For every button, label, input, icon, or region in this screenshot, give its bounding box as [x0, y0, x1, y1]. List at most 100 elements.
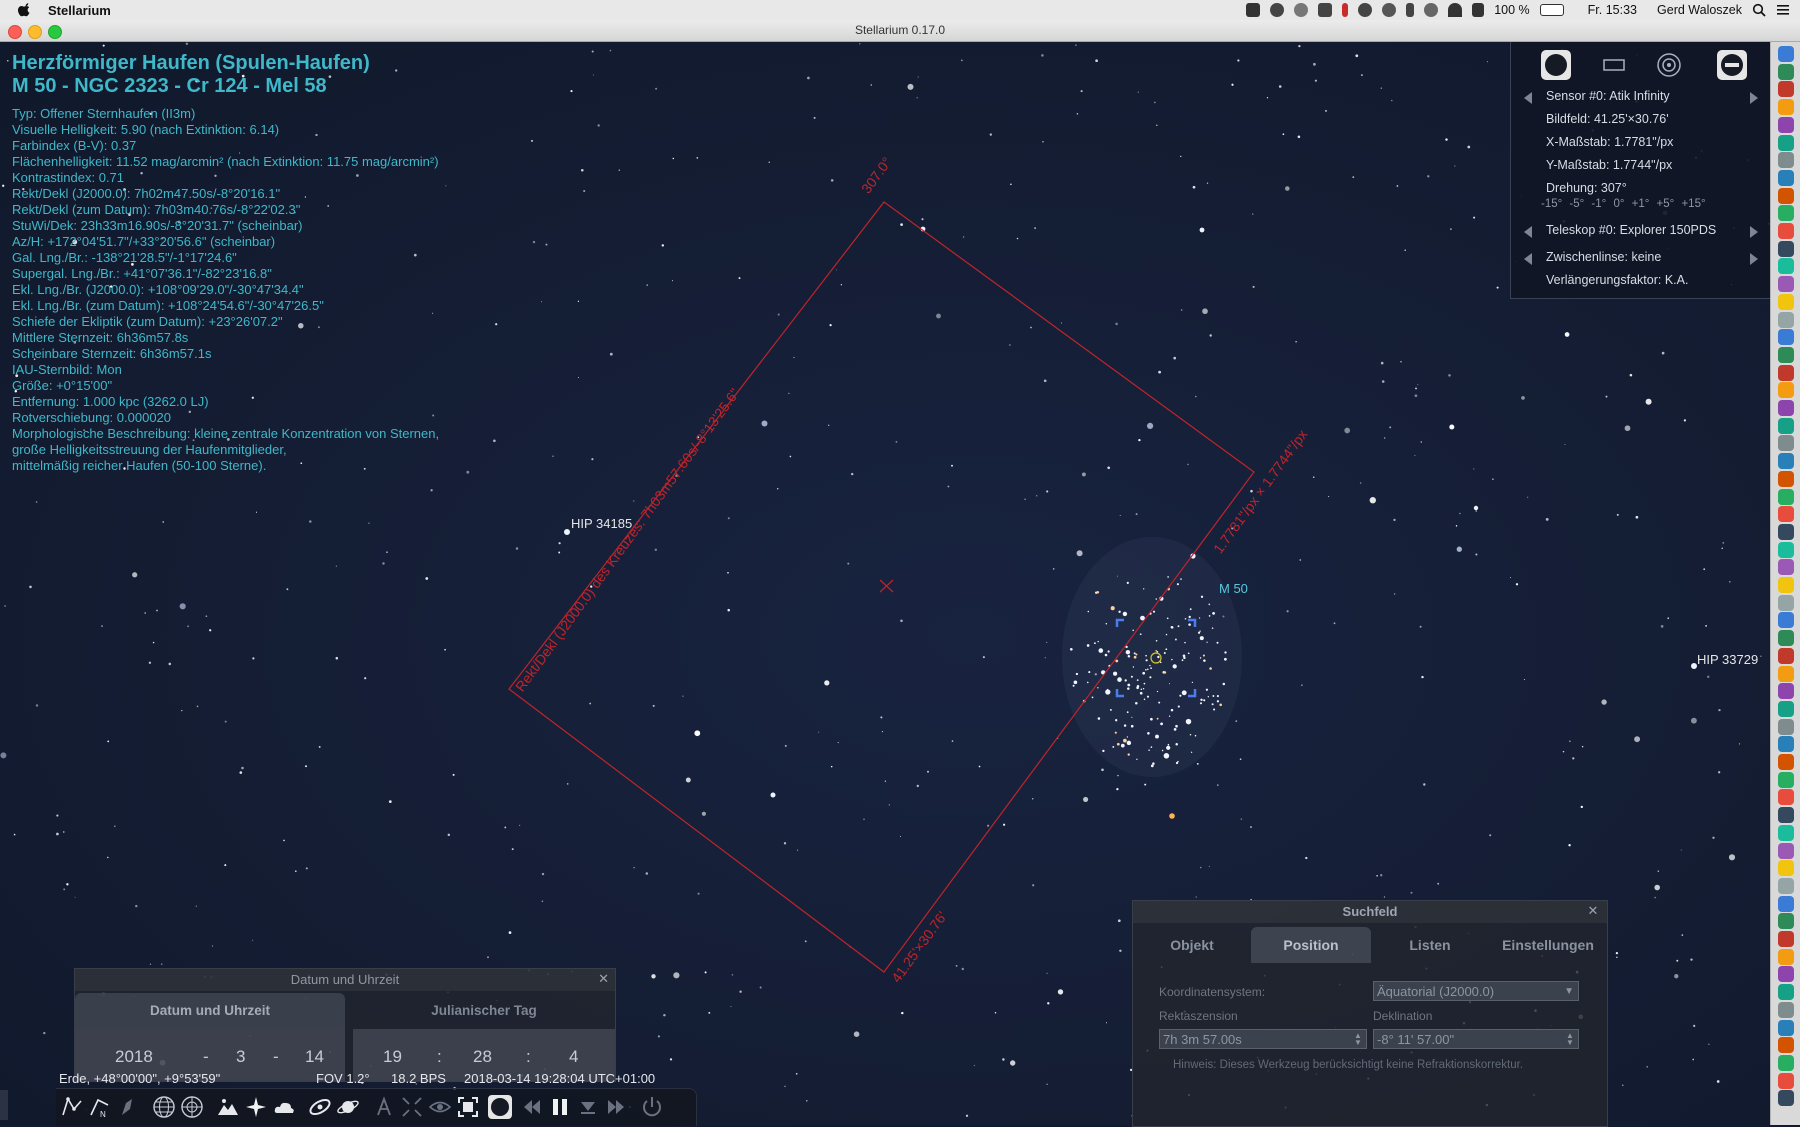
dock-app-icon[interactable]	[1778, 984, 1794, 1001]
apple-menu-icon[interactable]	[18, 3, 32, 17]
dock-app-icon[interactable]	[1778, 1054, 1794, 1071]
bolt-icon[interactable]	[1406, 3, 1415, 17]
tab-listen[interactable]: Listen	[1377, 927, 1483, 963]
spotlight-search-icon[interactable]	[1752, 3, 1766, 17]
azimuthal-grid-button[interactable]	[180, 1095, 204, 1119]
fullscreen-button[interactable]	[456, 1095, 480, 1119]
dock-app-icon[interactable]	[1778, 1072, 1794, 1089]
quit-button[interactable]	[640, 1095, 664, 1119]
day-field[interactable]: 14	[305, 1047, 324, 1067]
dock-app-icon[interactable]	[1778, 329, 1794, 346]
menubar-user[interactable]: Gerd Waloszek	[1657, 3, 1742, 17]
dock-app-icon[interactable]	[1778, 417, 1794, 434]
oculars-button[interactable]	[488, 1095, 512, 1119]
dock-app-icon[interactable]	[1778, 523, 1794, 540]
close-window-button[interactable]	[8, 25, 22, 39]
planet-labels-button[interactable]	[336, 1095, 360, 1119]
current-time-button[interactable]	[576, 1095, 600, 1119]
previous-lens-icon[interactable]	[1524, 253, 1532, 265]
menubar-clock[interactable]: Fr. 15:33	[1588, 3, 1637, 17]
dock-app-icon[interactable]	[1778, 789, 1794, 806]
dock-app-icon[interactable]	[1778, 205, 1794, 222]
tab-julianischer-tag[interactable]: Julianischer Tag	[353, 993, 615, 1029]
ccd-frame-mode-button[interactable]	[1599, 50, 1629, 80]
next-lens-icon[interactable]	[1750, 253, 1758, 265]
gear-icon[interactable]	[1424, 3, 1439, 17]
dock-app-icon[interactable]	[1778, 276, 1794, 293]
app-menu-stellarium[interactable]: Stellarium	[48, 3, 111, 18]
dock-app-icon[interactable]	[1778, 1019, 1794, 1036]
dock-app-icon[interactable]	[1778, 665, 1794, 682]
constellation-names-button[interactable]: N	[88, 1095, 112, 1119]
hour-field[interactable]: 19	[383, 1047, 402, 1067]
ground-button[interactable]	[216, 1095, 240, 1119]
dock-app-icon[interactable]	[1778, 382, 1794, 399]
dec-stepper-icon[interactable]: ▲ ▼	[1566, 1032, 1576, 1047]
search-window-title[interactable]: Suchfeld	[1133, 901, 1607, 923]
coord-system-select[interactable]: Äquatorial (J2000.0) ▼	[1373, 981, 1579, 1001]
dock-app-icon[interactable]	[1778, 966, 1794, 983]
dock-app-icon[interactable]	[1778, 630, 1794, 647]
night-mode-button[interactable]	[428, 1095, 452, 1119]
dock-app-icon[interactable]	[1778, 223, 1794, 239]
dock-app-icon[interactable]	[1778, 948, 1794, 965]
dock-app-icon[interactable]	[1778, 506, 1794, 523]
info-icon[interactable]	[1270, 3, 1285, 17]
dock-app-icon[interactable]	[1778, 116, 1794, 133]
object-label-m50[interactable]: M 50	[1219, 581, 1248, 596]
month-field[interactable]: 3	[236, 1047, 245, 1067]
notification-center-icon[interactable]	[1776, 3, 1790, 17]
dock-app-icon[interactable]	[1778, 46, 1794, 62]
fast-forward-button[interactable]	[604, 1095, 628, 1119]
dropbox-icon[interactable]	[1246, 3, 1261, 17]
dock-app-icon[interactable]	[1778, 824, 1794, 841]
battery-icon[interactable]	[1539, 4, 1564, 16]
next-sensor-icon[interactable]	[1750, 92, 1758, 104]
wifi-icon[interactable]	[1448, 3, 1463, 17]
parallels-icon[interactable]	[1342, 3, 1349, 17]
dock-app-icon[interactable]	[1778, 860, 1794, 877]
dock-app-icon[interactable]	[1778, 169, 1794, 186]
dock-app-icon[interactable]	[1778, 771, 1794, 788]
dock-app-icon[interactable]	[1778, 842, 1794, 859]
constellation-lines-button[interactable]	[60, 1095, 84, 1119]
sensor-mode-button[interactable]	[1541, 50, 1571, 80]
dock-app-icon[interactable]	[1778, 612, 1794, 629]
dock-app-icon[interactable]	[1778, 559, 1794, 576]
dock-app-icon[interactable]	[1778, 807, 1794, 824]
dock-app-icon[interactable]	[1778, 736, 1794, 753]
deep-sky-button[interactable]	[308, 1095, 332, 1119]
atmosphere-button[interactable]	[272, 1095, 296, 1119]
constellation-art-button[interactable]	[116, 1095, 140, 1119]
date-window-title[interactable]: Datum und Uhrzeit	[75, 969, 615, 991]
tab-datum-uhrzeit[interactable]: Datum und Uhrzeit	[75, 993, 345, 1029]
dock-app-icon[interactable]	[1778, 931, 1794, 947]
center-selected-button[interactable]	[400, 1095, 424, 1119]
year-field[interactable]: 2018	[115, 1047, 153, 1067]
previous-sensor-icon[interactable]	[1524, 92, 1532, 104]
dock-app-icon[interactable]	[1778, 1001, 1794, 1018]
dock-app-icon[interactable]	[1778, 541, 1794, 558]
cardinal-points-button[interactable]	[244, 1095, 268, 1119]
zoom-window-button[interactable]	[48, 25, 62, 39]
dock-app-icon[interactable]	[1778, 877, 1794, 894]
dock-app-icon[interactable]	[1778, 647, 1794, 664]
dock-app-icon[interactable]	[1778, 134, 1794, 151]
pause-button[interactable]	[548, 1095, 572, 1119]
minute-field[interactable]: 28	[473, 1047, 492, 1067]
tab-objekt[interactable]: Objekt	[1139, 927, 1245, 963]
equatorial-grid-button[interactable]	[152, 1095, 176, 1119]
dock-app-icon[interactable]	[1778, 81, 1794, 98]
time-machine-icon[interactable]	[1382, 3, 1397, 17]
volume-icon[interactable]	[1472, 3, 1485, 17]
dock-app-icon[interactable]	[1778, 683, 1794, 700]
tab-position[interactable]: Position	[1251, 927, 1371, 963]
date-close-icon[interactable]: ✕	[598, 972, 609, 985]
dock-app-icon[interactable]	[1778, 311, 1794, 328]
dock-app-icon[interactable]	[1778, 895, 1794, 912]
dock-app-icon[interactable]	[1778, 63, 1794, 80]
telrad-mode-button[interactable]	[1654, 50, 1684, 80]
dock-app-icon[interactable]	[1778, 577, 1794, 593]
dock-app-icon[interactable]	[1778, 435, 1794, 452]
html5-icon[interactable]	[1318, 3, 1333, 17]
